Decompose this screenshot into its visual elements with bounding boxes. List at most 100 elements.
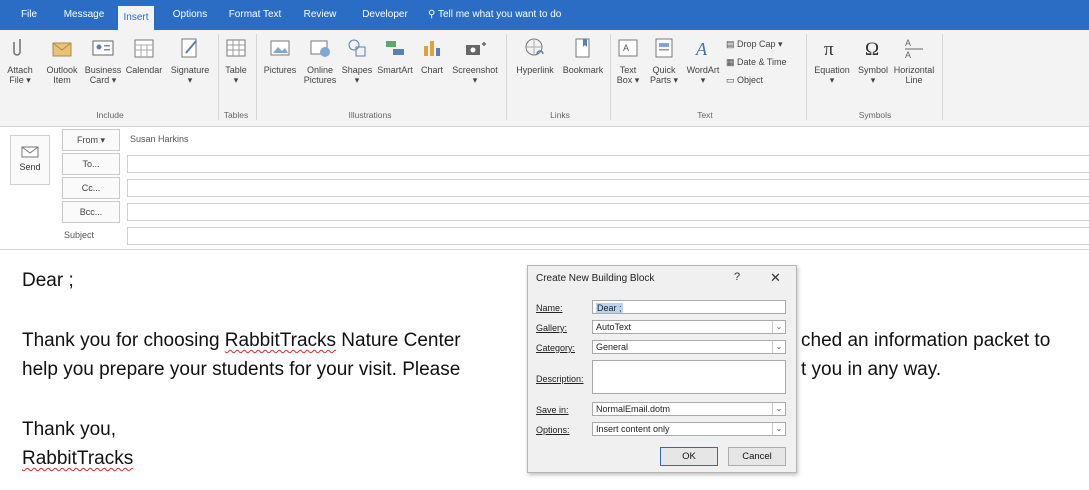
bookmark-button[interactable]: Bookmark (560, 36, 606, 75)
gallery-select[interactable]: AutoText ⌄ (592, 320, 786, 334)
tab-file[interactable]: File (14, 0, 44, 30)
group-label-text: Text (697, 110, 713, 120)
from-button[interactable]: From ▾ (62, 129, 120, 151)
shapes-icon (348, 39, 366, 57)
picture-icon (270, 40, 290, 56)
body-greeting: Dear ; (22, 270, 74, 291)
object-icon: ▭ (726, 75, 738, 85)
description-label: Description: (536, 374, 584, 384)
header-divider (0, 249, 1089, 250)
horizontal-line-button[interactable]: AA Horizontal Line (892, 36, 936, 85)
save-in-select[interactable]: NormalEmail.dotm ⌄ (592, 402, 786, 416)
attach-file-button[interactable]: Attach File ▾ (4, 36, 36, 85)
text-box-button[interactable]: A Text Box ▾ (614, 36, 642, 85)
quick-parts-icon (655, 38, 673, 58)
ribbon-tab-bar: File Message Insert Options Format Text … (0, 0, 1089, 30)
group-separator (218, 34, 219, 120)
save-in-label: Save in: (536, 405, 569, 415)
group-separator (806, 34, 807, 120)
tab-format-text[interactable]: Format Text (226, 0, 284, 30)
bcc-button[interactable]: Bcc... (62, 201, 120, 223)
online-picture-icon (310, 40, 330, 57)
cancel-button[interactable]: Cancel (728, 447, 786, 466)
horizontal-line-icon: AA (905, 38, 923, 60)
create-building-block-dialog: Create New Building Block ? ✕ Name: Dear… (527, 265, 797, 473)
body-line-2: help you prepare your students for your … (22, 359, 461, 380)
description-field[interactable] (592, 360, 786, 394)
chevron-down-icon: ⌄ (772, 423, 785, 435)
cc-button[interactable]: Cc... (62, 177, 120, 199)
body-closing: Thank you, (22, 419, 116, 440)
tab-message[interactable]: Message (58, 0, 110, 30)
close-icon[interactable]: ✕ (770, 270, 781, 286)
date-time-icon: ▦ (726, 57, 738, 67)
equation-button[interactable]: π Equation ▾ (810, 36, 854, 85)
pictures-button[interactable]: Pictures (260, 36, 300, 75)
signature-button[interactable]: Signature ▾ (168, 36, 212, 85)
body-line-1-end: ched an information packet to (801, 330, 1051, 351)
tab-review[interactable]: Review (300, 0, 340, 30)
business-card-icon (92, 40, 114, 56)
screenshot-button[interactable]: Screenshot ▾ (448, 36, 502, 85)
calendar-button[interactable]: Calendar (124, 36, 164, 75)
svg-text:Ω: Ω (865, 39, 879, 60)
tell-me-box[interactable]: ⚲ Tell me what you want to do (428, 0, 578, 30)
smartart-button[interactable]: SmartArt (374, 36, 416, 75)
object-button[interactable]: ▭ Object (726, 74, 763, 86)
help-icon[interactable]: ? (734, 271, 740, 283)
chart-button[interactable]: Chart (418, 36, 446, 75)
wordart-button[interactable]: A WordArt ▾ (684, 36, 722, 85)
online-pictures-button[interactable]: Online Pictures (302, 36, 338, 85)
bcc-field[interactable] (127, 203, 1089, 221)
group-label-symbols: Symbols (858, 110, 892, 120)
to-field[interactable] (127, 155, 1089, 173)
symbol-button[interactable]: Ω Symbol ▾ (856, 36, 890, 85)
subject-field[interactable] (127, 227, 1089, 245)
drop-cap-button[interactable]: ▤ Drop Cap ▾ (726, 38, 783, 50)
chevron-down-icon: ⌄ (772, 341, 785, 353)
group-separator (506, 34, 507, 120)
svg-text:π: π (824, 39, 834, 60)
table-button[interactable]: Table ▾ (222, 36, 250, 85)
ok-button[interactable]: OK (660, 447, 718, 466)
body-line-1: Thank you for choosing RabbitTracks Natu… (22, 330, 461, 351)
send-button[interactable]: Send (10, 135, 50, 185)
group-label-tables: Tables (223, 110, 249, 120)
ribbon: Attach File ▾ Outlook Item Business Card ▾ … (0, 30, 1089, 127)
tab-options[interactable]: Options (168, 0, 212, 30)
group-label-links: Links (550, 110, 570, 120)
text-box-icon: A (618, 39, 638, 57)
to-button[interactable]: To... (62, 153, 120, 175)
omega-icon: Ω (865, 39, 879, 60)
options-select[interactable]: Insert content only ⌄ (592, 422, 786, 436)
drop-cap-icon: ▤ (726, 39, 738, 49)
message-header: Send From ▾ Susan Harkins To... Cc... Bc… (0, 127, 1089, 249)
date-time-button[interactable]: ▦ Date & Time (726, 56, 787, 68)
gallery-label: Gallery: (536, 323, 568, 333)
chevron-down-icon: ⌄ (772, 403, 785, 415)
group-separator (942, 34, 943, 120)
name-field[interactable]: Dear ; (592, 300, 786, 314)
from-value: Susan Harkins (130, 134, 189, 144)
svg-text:A: A (905, 38, 911, 48)
svg-text:A: A (905, 50, 911, 60)
paperclip-icon (13, 39, 21, 56)
lightbulb-icon: ⚲ (428, 9, 436, 20)
quick-parts-button[interactable]: Quick Parts ▾ (646, 36, 682, 85)
outlook-item-button[interactable]: Outlook Item (44, 36, 80, 85)
chevron-down-icon: ⌄ (772, 321, 785, 333)
business-card-button[interactable]: Business Card ▾ (84, 36, 122, 85)
category-select[interactable]: General ⌄ (592, 340, 786, 354)
subject-label: Subject (64, 230, 95, 240)
cc-field[interactable] (127, 179, 1089, 197)
signature-pen-icon (181, 38, 197, 58)
tab-insert[interactable]: Insert (118, 6, 154, 30)
svg-text:A: A (695, 39, 708, 59)
hyperlink-button[interactable]: Hyperlink (510, 36, 560, 75)
category-label: Category: (536, 343, 576, 353)
shapes-button[interactable]: Shapes ▾ (340, 36, 374, 85)
group-separator (256, 34, 257, 120)
svg-text:A: A (623, 43, 629, 53)
tab-developer[interactable]: Developer (358, 0, 412, 30)
send-envelope-icon (21, 146, 39, 158)
